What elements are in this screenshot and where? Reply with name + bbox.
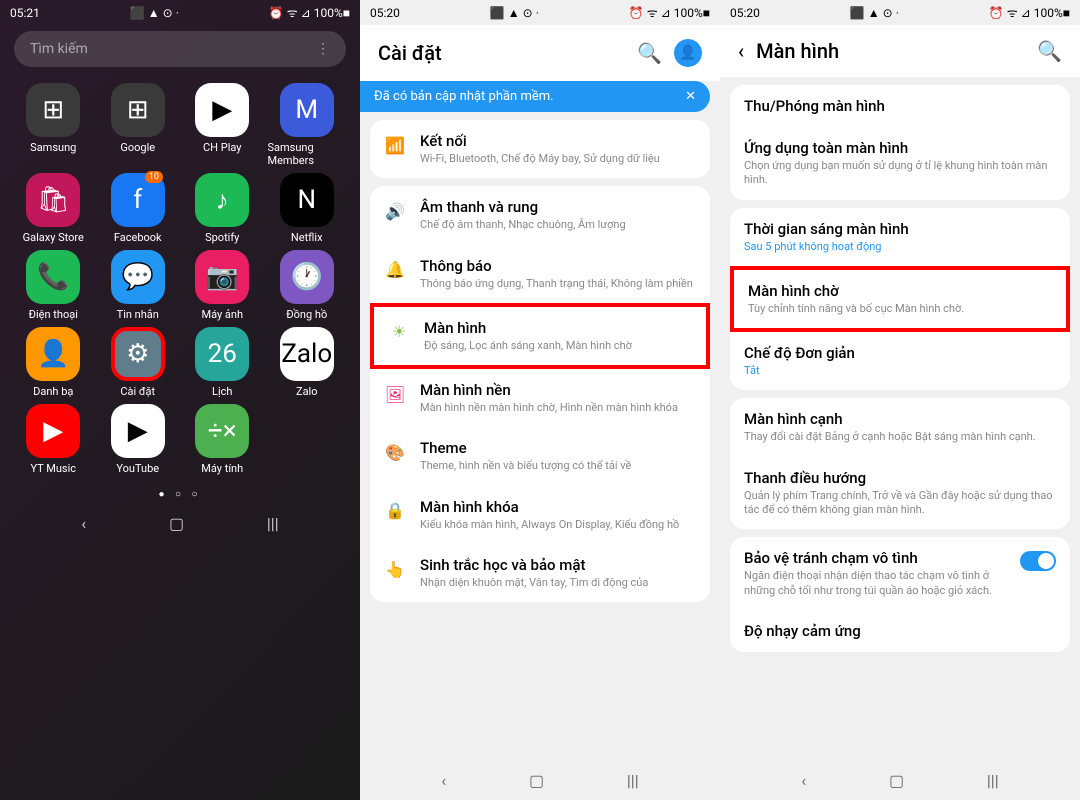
- setting-m-n-h-nh-kh-a[interactable]: 🔒Màn hình khóaKiểu khóa màn hình, Always…: [370, 486, 710, 544]
- nav-back[interactable]: ‹: [441, 771, 446, 790]
- nav-home[interactable]: ▢: [529, 771, 544, 790]
- app-netflix[interactable]: NNetflix: [268, 173, 347, 244]
- app-máy-ảnh[interactable]: 📷Máy ảnh: [183, 250, 262, 321]
- setting-m-n-h-nh[interactable]: ☀Màn hìnhĐộ sáng, Lọc ánh sáng xanh, Màn…: [370, 303, 710, 369]
- status-time: 05:21: [10, 6, 40, 20]
- setting-ch-n-gi-n[interactable]: Chế độ Đơn giảnTắt: [730, 332, 1070, 390]
- status-bar: 05:20 ⬛ ▲ ⊙ · ⏰ ᯤ ⊿ 100%■: [360, 0, 720, 25]
- page-title: Màn hình: [756, 39, 839, 63]
- status-right: ⏰ ᯤ ⊿ 100%■: [989, 4, 1070, 21]
- page-dots: ● ○ ○: [0, 489, 360, 500]
- avatar-icon[interactable]: 👤: [674, 39, 702, 67]
- setting--m-thanh-v-rung[interactable]: 🔊Âm thanh và rungChế độ âm thanh, Nhạc c…: [370, 186, 710, 244]
- phone-home: 05:21 ⬛ ▲ ⊙ · ⏰ ᯤ ⊿ 100%■ Tìm kiếm ⋮ ⊞Sa…: [0, 0, 360, 800]
- nav-home[interactable]: ▢: [169, 514, 184, 533]
- nav-back[interactable]: ‹: [801, 771, 806, 790]
- search-icon[interactable]: 🔍: [637, 41, 662, 65]
- nav-recent[interactable]: |||: [627, 771, 639, 790]
- setting--ng-d-ng-to-n-m-n-h-nh[interactable]: Ứng dụng toàn màn hìnhChọn ứng dụng bạn …: [730, 127, 1070, 200]
- app-samsung[interactable]: ⊞Samsung: [14, 83, 93, 167]
- header: ‹ Màn hình 🔍: [720, 25, 1080, 77]
- app-ch-play[interactable]: ▶CH Play: [183, 83, 262, 167]
- settings-group: Thu/Phóng màn hìnhỨng dụng toàn màn hình…: [730, 85, 1070, 200]
- app-google[interactable]: ⊞Google: [99, 83, 178, 167]
- nav-home[interactable]: ▢: [889, 771, 904, 790]
- status-bar: 05:20 ⬛ ▲ ⊙ · ⏰ ᯤ ⊿ 100%■: [720, 0, 1080, 25]
- app-galaxy-store[interactable]: 🛍Galaxy Store: [14, 173, 93, 244]
- setting-k-t-n-i[interactable]: 📶Kết nốiWi-Fi, Bluetooth, Chế độ Máy bay…: [370, 120, 710, 178]
- app-cài-đặt[interactable]: ⚙Cài đặt: [99, 327, 178, 398]
- settings-group: 🔊Âm thanh và rungChế độ âm thanh, Nhạc c…: [370, 186, 710, 602]
- toggle[interactable]: [1020, 551, 1056, 571]
- search-icon[interactable]: 🔍: [1037, 39, 1062, 63]
- settings-group: Bảo vệ tránh chạm vô tìnhNgăn điện thoại…: [730, 537, 1070, 652]
- header: Cài đặt 🔍 👤: [360, 25, 720, 81]
- search-bar[interactable]: Tìm kiếm ⋮: [14, 31, 346, 67]
- setting-th-i-gian-s-ng-m-n-h-nh[interactable]: Thời gian sáng màn hìnhSau 5 phút không …: [730, 208, 1070, 266]
- setting-m-n-h-nh-c-nh[interactable]: Màn hình cạnhThay đổi cài đặt Bảng ở cạn…: [730, 398, 1070, 456]
- setting-theme[interactable]: 🎨ThemeTheme, hình nền và biểu tượng có t…: [370, 427, 710, 485]
- setting-m-n-h-nh-n-n[interactable]: 🖼Màn hình nềnMàn hình nền màn hình chờ, …: [370, 369, 710, 427]
- close-icon[interactable]: ✕: [685, 89, 696, 104]
- nav-recent[interactable]: |||: [987, 771, 999, 790]
- app-lịch[interactable]: 26Lịch: [183, 327, 262, 398]
- update-banner[interactable]: Đã có bản cập nhật phần mềm. ✕: [360, 81, 710, 112]
- settings-group: Thời gian sáng màn hìnhSau 5 phút không …: [730, 208, 1070, 391]
- nav-bar: ‹ ▢ |||: [720, 761, 1080, 800]
- app-yt-music[interactable]: ▶YT Music: [14, 404, 93, 475]
- app-tin-nhắn[interactable]: 💬Tin nhắn: [99, 250, 178, 321]
- app-grid: ⊞Samsung⊞Google▶CH PlayMSamsung Members 🛍…: [0, 73, 360, 485]
- status-time: 05:20: [730, 6, 760, 20]
- nav-bar: ‹ ▢ |||: [0, 504, 360, 543]
- app-danh-bạ[interactable]: 👤Danh bạ: [14, 327, 93, 398]
- status-time: 05:20: [370, 6, 400, 20]
- app-đồng-hồ[interactable]: 🕐Đồng hồ: [268, 250, 347, 321]
- settings-group: Màn hình cạnhThay đổi cài đặt Bảng ở cạn…: [730, 398, 1070, 529]
- page-title: Cài đặt: [378, 41, 442, 65]
- phone-display: 05:20 ⬛ ▲ ⊙ · ⏰ ᯤ ⊿ 100%■ ‹ Màn hình 🔍 T…: [720, 0, 1080, 800]
- app-spotify[interactable]: ♪Spotify: [183, 173, 262, 244]
- app-zalo[interactable]: ZaloZalo: [268, 327, 347, 398]
- banner-text: Đã có bản cập nhật phần mềm.: [374, 89, 554, 104]
- settings-group: 📶Kết nốiWi-Fi, Bluetooth, Chế độ Máy bay…: [370, 120, 710, 178]
- status-right: ⏰ ᯤ ⊿ 100%■: [269, 4, 350, 21]
- app-máy-tính[interactable]: ÷×Máy tính: [183, 404, 262, 475]
- status-right: ⏰ ᯤ ⊿ 100%■: [629, 4, 710, 21]
- app-facebook[interactable]: f10Facebook: [99, 173, 178, 244]
- status-bar: 05:21 ⬛ ▲ ⊙ · ⏰ ᯤ ⊿ 100%■: [0, 0, 360, 25]
- nav-bar: ‹ ▢ |||: [360, 761, 720, 800]
- setting-sinh-tr-c-h-c-v-b-o-m-t[interactable]: 👆Sinh trắc học và bảo mậtNhận diện khuôn…: [370, 544, 710, 602]
- nav-recent[interactable]: |||: [267, 514, 279, 533]
- setting-thu-ph-ng-m-n-h-nh[interactable]: Thu/Phóng màn hình: [730, 85, 1070, 127]
- search-placeholder: Tìm kiếm: [30, 41, 88, 57]
- nav-back[interactable]: ‹: [81, 514, 86, 533]
- phone-settings: 05:20 ⬛ ▲ ⊙ · ⏰ ᯤ ⊿ 100%■ Cài đặt 🔍 👤 Đã…: [360, 0, 720, 800]
- back-icon[interactable]: ‹: [738, 39, 744, 63]
- more-icon[interactable]: ⋮: [316, 41, 330, 57]
- setting--nh-y-c-m-ng[interactable]: Độ nhạy cảm ứng: [730, 610, 1070, 652]
- app-điện-thoại[interactable]: 📞Điện thoại: [14, 250, 93, 321]
- app-samsung-members[interactable]: MSamsung Members: [268, 83, 347, 167]
- setting-b-o-v-tr-nh-ch-m-v-t-nh[interactable]: Bảo vệ tránh chạm vô tìnhNgăn điện thoại…: [730, 537, 1070, 610]
- setting-th-ng-b-o[interactable]: 🔔Thông báoThông báo ứng dụng, Thanh trạn…: [370, 245, 710, 303]
- setting-m-n-h-nh-ch-[interactable]: Màn hình chờTùy chỉnh tính năng và bố cụ…: [730, 266, 1070, 332]
- app-youtube[interactable]: ▶YouTube: [99, 404, 178, 475]
- setting-thanh-i-u-h-ng[interactable]: Thanh điều hướngQuản lý phím Trang chính…: [730, 457, 1070, 530]
